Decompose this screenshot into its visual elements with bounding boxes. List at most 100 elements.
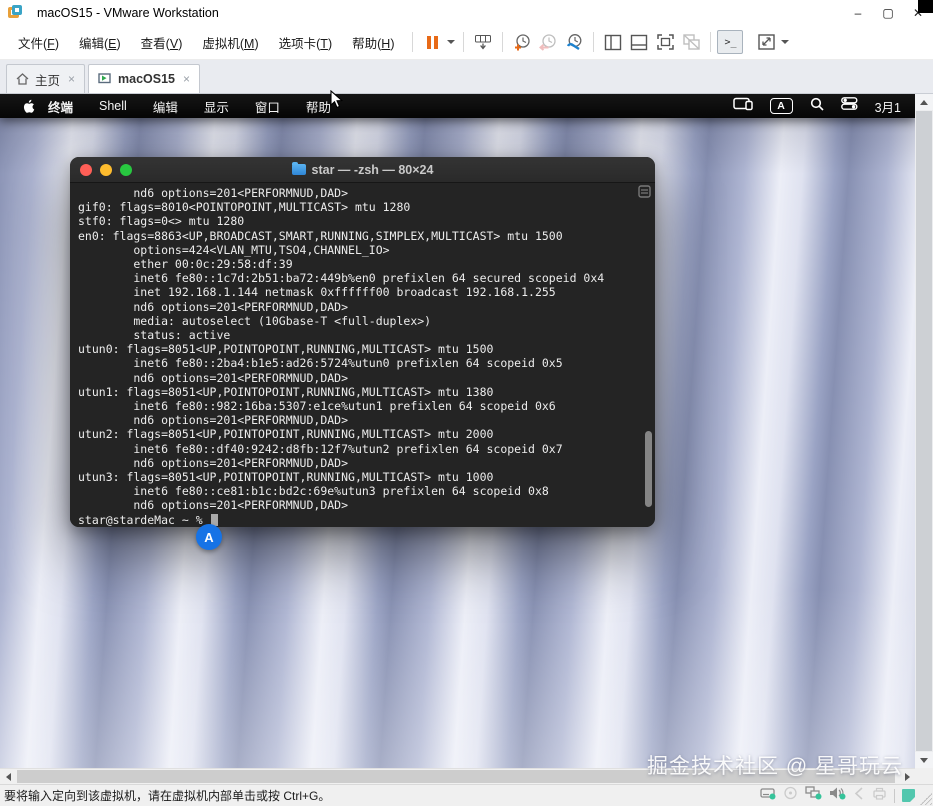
- snapshot-manager-icon: [565, 33, 584, 52]
- menu-list: 文件(F)编辑(E)查看(V)虚拟机(M)选项卡(T)帮助(H): [10, 29, 406, 56]
- terminal-line: media: autoselect (10Gbase-T <full-duple…: [78, 314, 655, 328]
- macos-menu-window[interactable]: 窗口: [242, 97, 293, 116]
- menu-item[interactable]: 帮助(H): [344, 29, 402, 56]
- send-ctrl-alt-del-button[interactable]: [470, 29, 496, 55]
- close-traffic-light[interactable]: [80, 164, 92, 176]
- pause-icon: [427, 36, 438, 49]
- folder-proxy-icon: [292, 164, 306, 175]
- macos-menu-view[interactable]: 显示: [191, 97, 242, 116]
- show-library-button[interactable]: [600, 29, 626, 55]
- terminal-line: nd6 options=201<PERFORMNUD,DAD>: [78, 186, 655, 200]
- terminal-line: options=424<VLAN_MTU,TSO4,CHANNEL_IO>: [78, 243, 655, 257]
- hard-disk-device-icon[interactable]: [760, 786, 776, 805]
- pause-vm-button[interactable]: [419, 29, 445, 55]
- terminal-line: status: active: [78, 328, 655, 342]
- menu-item[interactable]: 选项卡(T): [271, 29, 340, 56]
- usb-device-icon[interactable]: [853, 787, 865, 805]
- terminal-scrollbar-thumb[interactable]: [645, 431, 652, 507]
- tab-close-icon[interactable]: ×: [183, 72, 190, 86]
- scroll-left-icon[interactable]: [0, 769, 16, 784]
- fullscreen-button[interactable]: [652, 29, 678, 55]
- terminal-line: inet 192.168.1.144 netmask 0xffffff00 br…: [78, 285, 655, 299]
- vmware-statusbar: 要将输入定向到该虚拟机，请在虚拟机内部单击或按 Ctrl+G。: [0, 784, 933, 806]
- spotlight-search-icon[interactable]: [810, 97, 824, 116]
- terminal-title: star — -zsh — 80×24: [312, 163, 434, 177]
- mouse-cursor-icon: [330, 90, 344, 115]
- macos-menu-list: 终端 Shell 编辑 显示 窗口 帮助: [35, 97, 344, 116]
- printer-device-icon[interactable]: [872, 787, 887, 805]
- terminal-output: nd6 options=201<PERFORMNUD,DAD>gif0: fla…: [78, 186, 655, 513]
- scroll-down-icon[interactable]: [915, 752, 933, 768]
- terminal-content[interactable]: nd6 options=201<PERFORMNUD,DAD>gif0: fla…: [70, 183, 655, 527]
- sound-device-icon[interactable]: [829, 786, 846, 805]
- home-icon: [16, 73, 29, 85]
- terminal-line: utun2: flags=8051<UP,POINTOPOINT,RUNNING…: [78, 427, 655, 441]
- toolbar-separator: [463, 32, 464, 52]
- tab-home[interactable]: 主页 ×: [6, 64, 85, 93]
- snapshot-manager-button[interactable]: [561, 29, 587, 55]
- window-title: macOS15 - VMware Workstation: [37, 6, 219, 20]
- screen-mirroring-icon[interactable]: [733, 97, 753, 116]
- fit-dropdown-caret[interactable]: [781, 40, 789, 44]
- fullscreen-icon: [656, 33, 675, 51]
- vm-tab-icon: [98, 73, 112, 86]
- scrollbar-corner: [915, 768, 933, 784]
- terminal-prompt: star@stardeMac ~ %: [78, 513, 210, 527]
- zoom-traffic-light[interactable]: [120, 164, 132, 176]
- scroll-up-icon[interactable]: [915, 94, 933, 110]
- show-thumbnail-bar-button[interactable]: [626, 29, 652, 55]
- macos-menu-shell[interactable]: Shell: [86, 99, 140, 113]
- vertical-scrollbar-thumb[interactable]: [916, 111, 932, 751]
- screen-corner-artifact: [918, 0, 933, 13]
- resize-grip[interactable]: [920, 793, 932, 805]
- terminal-titlebar[interactable]: star — -zsh — 80×24: [70, 157, 655, 183]
- library-panel-icon: [604, 34, 622, 51]
- terminal-line: nd6 options=201<PERFORMNUD,DAD>: [78, 413, 655, 427]
- minimize-traffic-light[interactable]: [100, 164, 112, 176]
- minimize-button[interactable]: –: [843, 0, 873, 25]
- message-note-icon[interactable]: [902, 789, 915, 802]
- terminal-line: inet6 fe80::2ba4:b1e5:ad26:5724%utun0 pr…: [78, 356, 655, 370]
- snapshot-revert-icon: [539, 33, 558, 52]
- control-center-icon[interactable]: [841, 97, 858, 115]
- menubar-clock[interactable]: 3月1: [875, 97, 901, 116]
- terminal-line: utun0: flags=8051<UP,POINTOPOINT,RUNNING…: [78, 342, 655, 356]
- thumbnail-panel-icon: [630, 34, 648, 51]
- network-adapter-device-icon[interactable]: [805, 786, 822, 805]
- console-view-button[interactable]: >_: [717, 30, 743, 54]
- toolbar-separator: [502, 32, 503, 52]
- menu-item[interactable]: 文件(F): [10, 29, 67, 56]
- macos-menu-terminal[interactable]: 终端: [35, 97, 86, 116]
- macos-menu-edit[interactable]: 编辑: [140, 97, 191, 116]
- terminal-line: utun3: flags=8051<UP,POINTOPOINT,RUNNING…: [78, 470, 655, 484]
- menu-item[interactable]: 查看(V): [133, 29, 191, 56]
- split-pane-icon[interactable]: [638, 185, 651, 203]
- vertical-scrollbar[interactable]: [915, 94, 933, 768]
- vm-display[interactable]: 终端 Shell 编辑 显示 窗口 帮助 A 3月1: [0, 94, 915, 768]
- terminal-line: nd6 options=201<PERFORMNUD,DAD>: [78, 456, 655, 470]
- menu-item[interactable]: 编辑(E): [71, 29, 129, 56]
- cd-dvd-device-icon[interactable]: [783, 786, 798, 805]
- tab-label: 主页: [35, 70, 60, 89]
- unity-mode-button[interactable]: [678, 29, 704, 55]
- vmware-logo-icon: [8, 5, 23, 20]
- pause-dropdown-caret[interactable]: [447, 40, 455, 44]
- revert-snapshot-button[interactable]: [535, 29, 561, 55]
- terminal-line: nd6 options=201<PERFORMNUD,DAD>: [78, 371, 655, 385]
- terminal-line: en0: flags=8863<UP,BROADCAST,SMART,RUNNI…: [78, 229, 655, 243]
- take-snapshot-button[interactable]: [509, 29, 535, 55]
- tab-close-icon[interactable]: ×: [68, 72, 75, 86]
- tab-macos15[interactable]: macOS15 ×: [88, 64, 200, 93]
- terminal-window[interactable]: star — -zsh — 80×24 nd6 options=201<PERF…: [70, 157, 655, 527]
- menu-item[interactable]: 虚拟机(M): [194, 29, 266, 56]
- terminal-line: inet6 fe80::ce81:b1c:bd2c:69e%utun3 pref…: [78, 484, 655, 498]
- vmware-menubar: 文件(F)编辑(E)查看(V)虚拟机(M)选项卡(T)帮助(H) >_: [0, 25, 933, 60]
- maximize-button[interactable]: ▢: [873, 0, 903, 25]
- apple-menu-icon[interactable]: [22, 99, 35, 114]
- macos-menubar: 终端 Shell 编辑 显示 窗口 帮助 A 3月1: [0, 94, 915, 118]
- status-message: 要将输入定向到该虚拟机，请在虚拟机内部单击或按 Ctrl+G。: [4, 787, 330, 804]
- fit-guest-button[interactable]: [753, 29, 779, 55]
- input-source-icon[interactable]: A: [770, 98, 793, 114]
- terminal-line: inet6 fe80::1c7d:2b51:ba72:449b%en0 pref…: [78, 271, 655, 285]
- terminal-line: utun1: flags=8051<UP,POINTOPOINT,RUNNING…: [78, 385, 655, 399]
